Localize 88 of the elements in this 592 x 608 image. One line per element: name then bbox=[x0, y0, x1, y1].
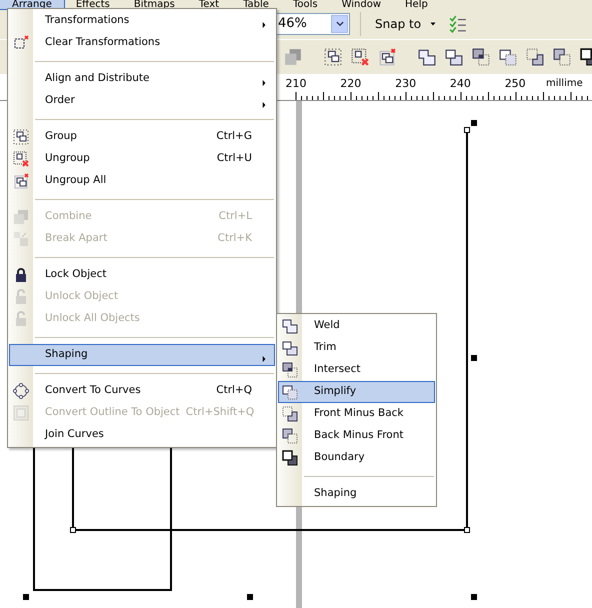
shortcut-label: Ctrl+K bbox=[216, 231, 253, 246]
combine-icon bbox=[284, 48, 302, 66]
shortcut-label: Ctrl+Q bbox=[215, 383, 253, 398]
submenu-arrow-icon bbox=[261, 21, 268, 30]
menu-item[interactable]: Transformations bbox=[9, 10, 275, 32]
clear-transform-icon bbox=[13, 35, 29, 51]
menu-item[interactable]: Group Ctrl+G bbox=[9, 126, 275, 148]
selection-handle[interactable] bbox=[471, 594, 477, 600]
submenu-arrow-icon bbox=[261, 355, 268, 364]
toolbar-button[interactable] bbox=[324, 48, 342, 66]
curve-node[interactable] bbox=[70, 527, 76, 533]
ungroup-all-icon bbox=[13, 173, 29, 189]
square-outline-icon bbox=[13, 405, 29, 421]
boundary-icon bbox=[282, 450, 298, 466]
simplify-icon bbox=[499, 48, 517, 66]
menu-item[interactable]: Simplify bbox=[278, 381, 435, 403]
menu-item[interactable]: Back Minus Front bbox=[278, 425, 435, 447]
menu-item[interactable]: Front Minus Back bbox=[278, 403, 435, 425]
ungroup-icon bbox=[351, 48, 369, 66]
weld-icon bbox=[282, 318, 298, 334]
menu-item[interactable]: Shaping bbox=[278, 483, 435, 505]
selection-handle[interactable] bbox=[471, 355, 477, 361]
front-minus-back-icon bbox=[526, 48, 544, 66]
zoom-field[interactable]: 46% bbox=[274, 13, 350, 35]
selection-handle[interactable] bbox=[471, 120, 477, 126]
menu-item[interactable]: Clear Transformations bbox=[9, 32, 275, 54]
selection-handle[interactable] bbox=[247, 594, 253, 600]
menu-item[interactable]: Join Curves bbox=[9, 424, 275, 446]
curve-node[interactable] bbox=[464, 127, 470, 133]
weld-icon bbox=[418, 48, 436, 66]
dropdown-caret-icon bbox=[334, 19, 344, 29]
toolbar-button[interactable] bbox=[418, 48, 436, 66]
menu-item[interactable]: Lock Object bbox=[9, 264, 275, 286]
ruler-label: 240 bbox=[450, 76, 471, 92]
toolbar-button[interactable] bbox=[351, 48, 369, 66]
menu-item[interactable]: Align and Distribute bbox=[9, 68, 275, 90]
unlock-icon bbox=[13, 289, 29, 305]
ruler-unit: millime bbox=[546, 77, 583, 91]
options-button[interactable] bbox=[449, 15, 468, 33]
submenu-arrow-icon bbox=[261, 79, 268, 88]
toolbar-button[interactable] bbox=[499, 48, 517, 66]
menu-item[interactable]: Shaping bbox=[9, 344, 275, 366]
menu-item[interactable]: Weld bbox=[278, 315, 435, 337]
trim-icon bbox=[445, 48, 463, 66]
shortcut-label: Ctrl+Shift+Q bbox=[184, 405, 256, 420]
lock-icon bbox=[13, 267, 29, 283]
checklist-icon bbox=[449, 15, 468, 33]
toolbar-button[interactable] bbox=[378, 48, 396, 66]
ruler-label: 210 bbox=[286, 76, 306, 92]
caret-icon bbox=[429, 20, 438, 28]
toolbar-button[interactable] bbox=[553, 48, 571, 66]
group-icon bbox=[13, 129, 29, 145]
shortcut-label: Ctrl+G bbox=[215, 129, 253, 144]
shortcut-label: Ctrl+U bbox=[216, 151, 253, 166]
unlock-icon bbox=[13, 311, 29, 327]
simplify-icon bbox=[282, 384, 298, 400]
intersect-icon bbox=[282, 362, 298, 378]
break-apart-icon bbox=[13, 231, 29, 247]
submenu-arrow-icon bbox=[261, 101, 268, 110]
shortcut-label: Ctrl+L bbox=[218, 209, 253, 224]
menu-item[interactable]: Ungroup Ctrl+U bbox=[9, 148, 275, 170]
menu-bar-item[interactable]: Arrange bbox=[0, 0, 64, 9]
snap-to-button[interactable]: Snap to bbox=[371, 13, 442, 35]
menu-item[interactable]: Boundary bbox=[278, 447, 435, 469]
intersect-icon bbox=[472, 48, 490, 66]
toolbar-button[interactable] bbox=[526, 48, 544, 66]
front-minus-back-icon bbox=[282, 406, 298, 422]
selection-handle[interactable] bbox=[23, 594, 29, 600]
group-icon bbox=[324, 48, 342, 66]
ungroup-all-icon bbox=[378, 48, 396, 66]
combine-icon bbox=[13, 209, 29, 225]
ungroup-icon bbox=[13, 151, 29, 167]
ruler-label: 250 bbox=[504, 76, 526, 92]
trim-icon bbox=[282, 340, 298, 356]
toolbar-button[interactable] bbox=[472, 48, 490, 66]
menu-item[interactable]: Intersect bbox=[278, 359, 435, 381]
menu-bar-item[interactable]: Text bbox=[186, 0, 232, 9]
back-minus-front-icon bbox=[553, 48, 571, 66]
back-minus-front-icon bbox=[282, 428, 298, 444]
curve-node[interactable] bbox=[464, 527, 470, 533]
menu-item[interactable]: Trim bbox=[278, 337, 435, 359]
menu-item[interactable]: Order bbox=[9, 90, 275, 112]
circle-nodes-icon bbox=[13, 383, 29, 399]
ruler-label: 230 bbox=[395, 76, 416, 92]
toolbar-button[interactable] bbox=[445, 48, 463, 66]
menu-item[interactable]: Ungroup All bbox=[9, 170, 275, 192]
menu-item[interactable]: Convert To Curves Ctrl+Q bbox=[9, 380, 275, 402]
ruler-label: 220 bbox=[340, 76, 362, 92]
